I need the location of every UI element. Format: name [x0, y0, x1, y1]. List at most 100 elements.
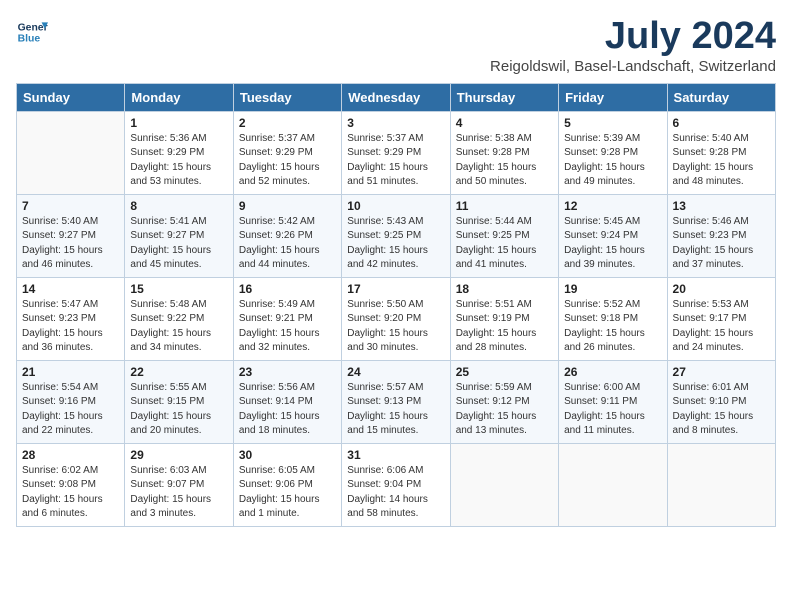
header-cell-tuesday: Tuesday	[233, 83, 341, 111]
header-cell-saturday: Saturday	[667, 83, 775, 111]
header-cell-friday: Friday	[559, 83, 667, 111]
calendar-cell: 25Sunrise: 5:59 AM Sunset: 9:12 PM Dayli…	[450, 360, 558, 443]
header-cell-sunday: Sunday	[17, 83, 125, 111]
calendar-cell: 19 Sunrise: 5:52 AM Sunset: 9:18 PM Dayli…	[559, 277, 667, 360]
day-detail: Sunrise: 6:00 AM Sunset: 9:11 PM Dayligh…	[564, 381, 661, 439]
day-number: 3	[347, 116, 444, 130]
calendar-week-row: 21 Sunrise: 5:54 AM Sunset: 9:16 PM Dayli…	[17, 360, 776, 443]
day-number: 30	[239, 448, 336, 462]
calendar-cell: 23 Sunrise: 5:56 AM Sunset: 9:14 PM Dayli…	[233, 360, 341, 443]
calendar-cell: 10 Sunrise: 5:43 AM Sunset: 9:25 PM Dayli…	[342, 194, 450, 277]
day-number: 1	[130, 116, 227, 130]
day-number: 4	[456, 116, 553, 130]
day-number: 8	[130, 199, 227, 213]
calendar-cell: 12Sunrise: 5:45 AM Sunset: 9:24 PM Dayli…	[559, 194, 667, 277]
title-block: July 2024 Reigoldswil, Basel-Landschaft,…	[490, 16, 776, 75]
day-detail: Sunrise: 5:53 AM Sunset: 9:17 PM Dayligh…	[673, 298, 770, 356]
day-detail: Sunrise: 5:42 AM Sunset: 9:26 PM Dayligh…	[239, 215, 336, 273]
calendar-cell: 31 Sunrise: 6:06 AM Sunset: 9:04 PM Dayli…	[342, 443, 450, 526]
day-detail: Sunrise: 5:37 AM Sunset: 9:29 PM Dayligh…	[347, 132, 444, 190]
day-number: 23	[239, 365, 336, 379]
day-number: 24	[347, 365, 444, 379]
day-number: 19	[564, 282, 661, 296]
calendar-cell: 22Sunrise: 5:55 AM Sunset: 9:15 PM Dayli…	[125, 360, 233, 443]
calendar-body: 1 Sunrise: 5:36 AM Sunset: 9:29 PM Daylig…	[17, 111, 776, 526]
calendar-cell: 27Sunrise: 6:01 AM Sunset: 9:10 PM Dayli…	[667, 360, 775, 443]
month-title: July 2024	[490, 16, 776, 58]
day-detail: Sunrise: 5:40 AM Sunset: 9:28 PM Dayligh…	[673, 132, 770, 190]
day-number: 18	[456, 282, 553, 296]
calendar-cell: 7Sunrise: 5:40 AM Sunset: 9:27 PM Daylig…	[17, 194, 125, 277]
day-number: 21	[22, 365, 119, 379]
day-detail: Sunrise: 5:56 AM Sunset: 9:14 PM Dayligh…	[239, 381, 336, 439]
day-number: 10	[347, 199, 444, 213]
header-row: SundayMondayTuesdayWednesdayThursdayFrid…	[17, 83, 776, 111]
calendar-header: SundayMondayTuesdayWednesdayThursdayFrid…	[17, 83, 776, 111]
calendar-table: SundayMondayTuesdayWednesdayThursdayFrid…	[16, 83, 776, 527]
day-detail: Sunrise: 5:50 AM Sunset: 9:20 PM Dayligh…	[347, 298, 444, 356]
calendar-cell: 15 Sunrise: 5:48 AM Sunset: 9:22 PM Dayli…	[125, 277, 233, 360]
day-detail: Sunrise: 5:48 AM Sunset: 9:22 PM Dayligh…	[130, 298, 227, 356]
calendar-cell: 21 Sunrise: 5:54 AM Sunset: 9:16 PM Dayli…	[17, 360, 125, 443]
day-detail: Sunrise: 5:41 AM Sunset: 9:27 PM Dayligh…	[130, 215, 227, 273]
day-number: 5	[564, 116, 661, 130]
calendar-cell: 8 Sunrise: 5:41 AM Sunset: 9:27 PM Daylig…	[125, 194, 233, 277]
header-cell-thursday: Thursday	[450, 83, 558, 111]
day-detail: Sunrise: 5:37 AM Sunset: 9:29 PM Dayligh…	[239, 132, 336, 190]
day-number: 15	[130, 282, 227, 296]
calendar-cell: 20 Sunrise: 5:53 AM Sunset: 9:17 PM Dayli…	[667, 277, 775, 360]
day-detail: Sunrise: 5:52 AM Sunset: 9:18 PM Dayligh…	[564, 298, 661, 356]
day-number: 17	[347, 282, 444, 296]
calendar-cell: 26 Sunrise: 6:00 AM Sunset: 9:11 PM Dayli…	[559, 360, 667, 443]
header-cell-monday: Monday	[125, 83, 233, 111]
calendar-cell: 1 Sunrise: 5:36 AM Sunset: 9:29 PM Daylig…	[125, 111, 233, 194]
day-number: 2	[239, 116, 336, 130]
day-detail: Sunrise: 5:43 AM Sunset: 9:25 PM Dayligh…	[347, 215, 444, 273]
calendar-cell: 24 Sunrise: 5:57 AM Sunset: 9:13 PM Dayli…	[342, 360, 450, 443]
day-number: 31	[347, 448, 444, 462]
day-number: 12	[564, 199, 661, 213]
calendar-cell	[450, 443, 558, 526]
day-detail: Sunrise: 5:49 AM Sunset: 9:21 PM Dayligh…	[239, 298, 336, 356]
logo: General Blue General Blue	[16, 16, 48, 48]
calendar-week-row: 28Sunrise: 6:02 AM Sunset: 9:08 PM Dayli…	[17, 443, 776, 526]
calendar-cell: 2 Sunrise: 5:37 AM Sunset: 9:29 PM Daylig…	[233, 111, 341, 194]
day-number: 16	[239, 282, 336, 296]
day-number: 20	[673, 282, 770, 296]
calendar-cell: 11Sunrise: 5:44 AM Sunset: 9:25 PM Dayli…	[450, 194, 558, 277]
calendar-cell: 14Sunrise: 5:47 AM Sunset: 9:23 PM Dayli…	[17, 277, 125, 360]
day-detail: Sunrise: 5:39 AM Sunset: 9:28 PM Dayligh…	[564, 132, 661, 190]
day-number: 11	[456, 199, 553, 213]
day-number: 7	[22, 199, 119, 213]
calendar-cell: 17 Sunrise: 5:50 AM Sunset: 9:20 PM Dayli…	[342, 277, 450, 360]
day-detail: Sunrise: 5:54 AM Sunset: 9:16 PM Dayligh…	[22, 381, 119, 439]
logo-icon: General Blue	[16, 16, 48, 48]
svg-text:Blue: Blue	[18, 34, 41, 45]
location-subtitle: Reigoldswil, Basel-Landschaft, Switzerla…	[490, 58, 776, 75]
day-detail: Sunrise: 6:06 AM Sunset: 9:04 PM Dayligh…	[347, 464, 444, 522]
calendar-cell: 30Sunrise: 6:05 AM Sunset: 9:06 PM Dayli…	[233, 443, 341, 526]
day-detail: Sunrise: 5:47 AM Sunset: 9:23 PM Dayligh…	[22, 298, 119, 356]
calendar-cell	[667, 443, 775, 526]
calendar-cell: 6 Sunrise: 5:40 AM Sunset: 9:28 PM Daylig…	[667, 111, 775, 194]
calendar-cell: 13Sunrise: 5:46 AM Sunset: 9:23 PM Dayli…	[667, 194, 775, 277]
day-detail: Sunrise: 5:57 AM Sunset: 9:13 PM Dayligh…	[347, 381, 444, 439]
day-number: 26	[564, 365, 661, 379]
calendar-cell: 3 Sunrise: 5:37 AM Sunset: 9:29 PM Daylig…	[342, 111, 450, 194]
calendar-cell	[559, 443, 667, 526]
day-detail: Sunrise: 5:36 AM Sunset: 9:29 PM Dayligh…	[130, 132, 227, 190]
day-number: 13	[673, 199, 770, 213]
day-detail: Sunrise: 6:02 AM Sunset: 9:08 PM Dayligh…	[22, 464, 119, 522]
day-detail: Sunrise: 5:38 AM Sunset: 9:28 PM Dayligh…	[456, 132, 553, 190]
day-number: 22	[130, 365, 227, 379]
day-number: 27	[673, 365, 770, 379]
calendar-week-row: 1 Sunrise: 5:36 AM Sunset: 9:29 PM Daylig…	[17, 111, 776, 194]
day-detail: Sunrise: 5:59 AM Sunset: 9:12 PM Dayligh…	[456, 381, 553, 439]
day-number: 6	[673, 116, 770, 130]
day-detail: Sunrise: 5:51 AM Sunset: 9:19 PM Dayligh…	[456, 298, 553, 356]
calendar-cell: 28Sunrise: 6:02 AM Sunset: 9:08 PM Dayli…	[17, 443, 125, 526]
header-cell-wednesday: Wednesday	[342, 83, 450, 111]
calendar-cell: 4 Sunrise: 5:38 AM Sunset: 9:28 PM Daylig…	[450, 111, 558, 194]
calendar-week-row: 7Sunrise: 5:40 AM Sunset: 9:27 PM Daylig…	[17, 194, 776, 277]
calendar-cell: 16 Sunrise: 5:49 AM Sunset: 9:21 PM Dayli…	[233, 277, 341, 360]
